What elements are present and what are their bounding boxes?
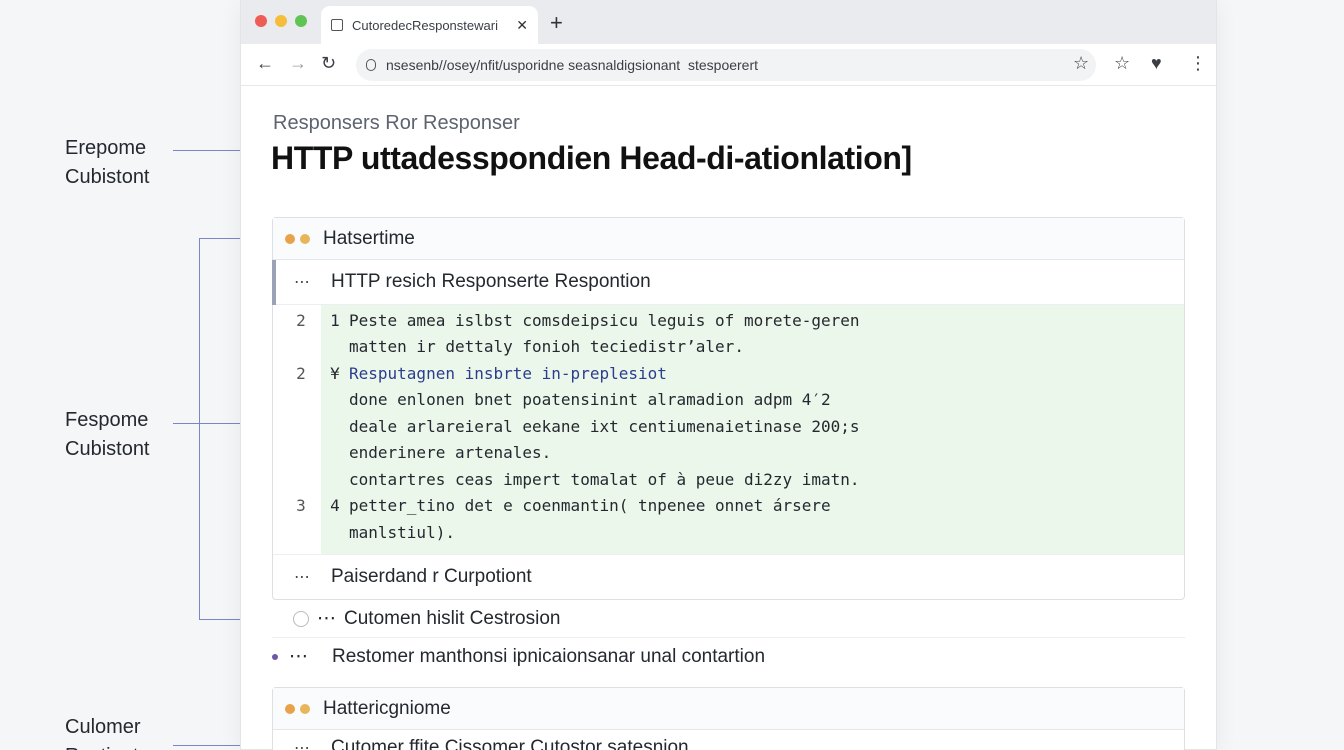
subrow-label: Paiserdand r Curpotiont bbox=[331, 565, 532, 587]
code-text: Resputagnen insbrte in-preplesiot bbox=[349, 363, 667, 383]
navigation-bar: ← → ↻ nsesenb//osey/nfit/usporidne seasn… bbox=[241, 44, 1216, 86]
status-dot-icon bbox=[285, 703, 295, 714]
code-text: contartres ceas impert tomalat of à peue… bbox=[349, 469, 860, 489]
menu-kebab-icon[interactable]: ⋮ bbox=[1189, 53, 1207, 74]
panel-title: Hatsertime bbox=[323, 227, 415, 249]
more-dots-icon[interactable]: ⋯ bbox=[273, 738, 331, 750]
code-line: deale arlareieral eekane ixt centiumenai… bbox=[321, 413, 1184, 440]
panel-subrow[interactable]: ⋯ Paiserdand r Curpotiont bbox=[273, 553, 1184, 599]
tab-title: CutoredecResponstewari bbox=[352, 17, 498, 33]
annotation-line: Cubistont bbox=[65, 166, 150, 188]
code-line: matten ir dettaly fonioh teciedistr’aler… bbox=[321, 334, 1184, 361]
code-line: contartres ceas impert tomalat of à peue… bbox=[321, 466, 1184, 493]
more-dots-icon[interactable]: ⋯ bbox=[317, 607, 336, 630]
code-line: done enlonen bnet poatensinint alramadio… bbox=[321, 387, 1184, 414]
annotation-customer: Culomer Rectiont bbox=[65, 713, 141, 750]
new-tab-button[interactable]: + bbox=[550, 10, 563, 36]
browser-tab[interactable]: CutoredecResponstewari ✕ bbox=[321, 6, 538, 44]
subrow-label: Cutomer ffite Cissomer Cutostor satesnio… bbox=[331, 737, 689, 750]
code-text: enderinere artenales. bbox=[349, 443, 552, 463]
code-text: Peste amea islbst comsdeipsicu leguis of… bbox=[349, 310, 860, 330]
more-dots-icon[interactable]: ⋯ bbox=[273, 272, 331, 292]
browser-window: CutoredecResponstewari ✕ + ← → ↻ nsesenb… bbox=[240, 0, 1217, 750]
code-text: matten ir dettaly fonioh teciedistr’aler… bbox=[349, 337, 744, 357]
code-text: deale arlareieral eekane ixt centiumenai… bbox=[349, 416, 860, 436]
more-dots-icon[interactable]: ⋯ bbox=[289, 645, 332, 668]
line-number: 2 bbox=[296, 363, 306, 383]
code-line: enderinere artenales. bbox=[321, 440, 1184, 467]
bookmarks-star-icon[interactable]: ☆ bbox=[1114, 53, 1130, 74]
reload-icon[interactable]: ↻ bbox=[321, 53, 336, 74]
list-item-label: Restomer manthonsi ipnicaionsanar unal c… bbox=[332, 645, 766, 667]
selection-accent bbox=[272, 260, 276, 305]
annotation-response-content-1: Erepome Cubistont bbox=[65, 134, 150, 192]
tab-bar: CutoredecResponstewari ✕ + bbox=[241, 0, 1216, 44]
close-tab-icon[interactable]: ✕ bbox=[516, 17, 528, 34]
line-number: 3 bbox=[296, 496, 306, 516]
back-arrow-icon[interactable]: ← bbox=[256, 53, 274, 74]
more-dots-icon[interactable]: ⋯ bbox=[273, 567, 331, 587]
code-lines: 2 1 Peste amea islbst comsdeipsicu leguis … bbox=[296, 305, 1184, 554]
bookmark-star-icon[interactable]: ☆ bbox=[1073, 53, 1089, 74]
code-text: petter_tino det e coenmantin( tnpenee on… bbox=[349, 496, 831, 516]
url-text: nsesenb//osey/nfit/usporidne seasnaldigs… bbox=[386, 57, 759, 73]
code-text: done enlonen bnet poatensinint alramadio… bbox=[349, 390, 831, 410]
code-block: 2 1 Peste amea islbst comsdeipsicu leguis … bbox=[273, 305, 1184, 554]
line-marker: 1 bbox=[330, 310, 340, 330]
forward-arrow-icon[interactable]: → bbox=[289, 53, 307, 74]
code-line: manlstiul). bbox=[321, 519, 1184, 546]
code-line: 2 1 Peste amea islbst comsdeipsicu leguis … bbox=[296, 307, 1184, 334]
status-dot-icon bbox=[300, 233, 310, 244]
list-item[interactable]: ⋯ Cutomen hislit Cestrosion bbox=[293, 607, 560, 630]
annotation-line: Rectiont bbox=[65, 742, 141, 750]
code-line: 2 ¥ Resputagnen insbrte in-preplesiot bbox=[296, 360, 1184, 387]
code-text: manlstiul). bbox=[349, 522, 455, 542]
list-item-label: Cutomen hislit Cestrosion bbox=[344, 607, 561, 629]
annotation-line: Cubistont bbox=[65, 438, 150, 460]
bullet-dot bbox=[272, 654, 278, 660]
annotation-line: Erepome bbox=[65, 137, 147, 159]
page-subheading: Responsers Ror Responser bbox=[273, 112, 520, 134]
response-panel: Hattericgniome ⋯ Cutomer ffite Cissomer … bbox=[272, 687, 1185, 750]
annotation-bracket bbox=[199, 238, 200, 619]
panel-header[interactable]: Hatsertime bbox=[273, 218, 1184, 260]
subrow-label: HTTP resich Responserte Respontion bbox=[331, 271, 651, 292]
page-icon bbox=[331, 19, 343, 31]
annotation-response-content-2: Fespome Cubistont bbox=[65, 406, 150, 464]
list-item[interactable]: ⋯ Restomer manthonsi ipnicaionsanar unal… bbox=[289, 645, 765, 668]
panel-subrow[interactable]: ⋯ HTTP resich Responserte Respontion bbox=[272, 260, 1184, 305]
divider bbox=[272, 637, 1185, 638]
maximize-window-button[interactable] bbox=[295, 15, 307, 27]
address-bar[interactable]: nsesenb//osey/nfit/usporidne seasnaldigs… bbox=[356, 49, 1096, 81]
annotation-line: Fespome bbox=[65, 409, 149, 431]
code-line: 3 4 petter_tino det e coenmantin( tnpenee … bbox=[296, 493, 1184, 520]
line-gutter bbox=[273, 305, 321, 554]
site-info-icon[interactable] bbox=[366, 59, 376, 71]
panel-header[interactable]: Hattericgniome bbox=[273, 688, 1184, 730]
notification-bell-icon[interactable]: ♥ bbox=[1151, 53, 1162, 74]
line-number: 2 bbox=[296, 310, 306, 330]
line-marker: ¥ bbox=[330, 363, 340, 383]
minimize-window-button[interactable] bbox=[275, 15, 287, 27]
page-title: HTTP uttadesspondien Head-di-ationlation… bbox=[271, 140, 912, 176]
status-dot-icon bbox=[300, 703, 310, 714]
line-marker: 4 bbox=[330, 496, 340, 516]
panel-subrow[interactable]: ⋯ Cutomer ffite Cissomer Cutostor satesn… bbox=[273, 730, 1184, 750]
annotation-line: Culomer bbox=[65, 716, 141, 738]
avatar-icon bbox=[293, 610, 309, 627]
panel-title: Hattericgniome bbox=[323, 697, 451, 719]
response-panel: Hatsertime ⋯ HTTP resich Responserte Res… bbox=[272, 217, 1185, 600]
close-window-button[interactable] bbox=[255, 15, 267, 27]
status-dot-icon bbox=[285, 233, 295, 244]
